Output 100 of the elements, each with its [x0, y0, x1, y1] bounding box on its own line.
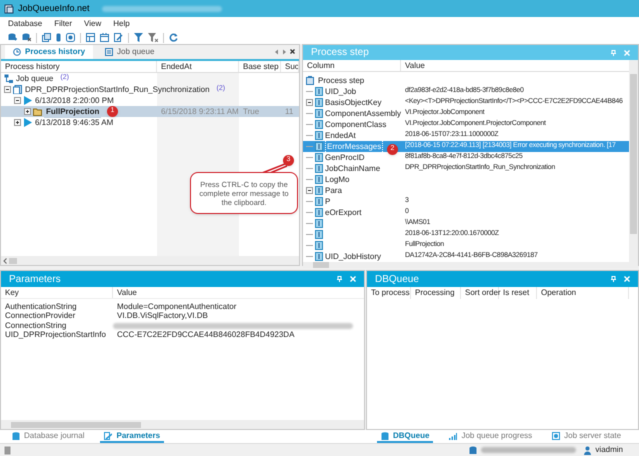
scroll-left-icon[interactable]: [3, 258, 7, 264]
database-remove-icon[interactable]: [22, 33, 31, 42]
scroll-left-icon[interactable]: [274, 49, 279, 55]
window-title: JobQueueInfo.net: [18, 2, 90, 15]
field-icon: [315, 87, 323, 96]
scroll-right-icon[interactable]: [282, 49, 287, 55]
table-row[interactable]: Para: [303, 185, 629, 196]
column-header[interactable]: Process history: [1, 61, 157, 72]
menu-item[interactable]: View: [84, 18, 102, 30]
refresh-icon[interactable]: [169, 33, 178, 42]
vertical-scrollbar[interactable]: [629, 60, 638, 262]
clear-filter-icon[interactable]: [148, 33, 158, 42]
expand-toggle-icon[interactable]: [24, 108, 31, 115]
gear-icon: [552, 432, 560, 440]
column-header[interactable]: Is reset: [499, 287, 537, 299]
tree-item[interactable]: Para: [325, 184, 342, 196]
bar-chart-icon: [449, 432, 458, 440]
database-icon: [12, 432, 20, 440]
column-header[interactable]: Processing: [411, 287, 461, 299]
column-header[interactable]: Key: [1, 287, 113, 298]
menu-item[interactable]: Database: [8, 18, 42, 30]
menu-item[interactable]: Help: [113, 18, 130, 30]
table-cell-text: UID_DPRProjectionStartInfo: [4, 330, 107, 342]
horizontal-scrollbar[interactable]: [1, 256, 299, 265]
field-icon: [315, 197, 323, 206]
collapse-toggle-icon[interactable]: [14, 97, 21, 104]
tree-item[interactable]: 6/13/2018 9:46:35 AM: [34, 116, 114, 128]
tree-item[interactable]: LogMo: [325, 174, 350, 186]
table-cell-text: Module=ComponentAuthenticator: [116, 300, 236, 312]
tree-item[interactable]: DPR_DPRProjectionStartInfo_Run_Synchronization: [24, 84, 211, 96]
user-icon: [584, 446, 592, 454]
tab[interactable]: Job queue: [97, 45, 162, 59]
field-icon: [315, 142, 323, 151]
clock-icon: [13, 48, 21, 56]
tab[interactable]: Database journal: [8, 430, 88, 443]
table-cell-text: ConnectionProvider: [4, 311, 76, 322]
table-cell-text: VI.DB.ViSqlFactory,VI.DB: [116, 311, 208, 322]
horizontal-scrollbar[interactable]: [1, 420, 364, 429]
panel-title: Parameters: [9, 272, 62, 286]
filter-icon[interactable]: [134, 33, 143, 42]
field-icon: [315, 131, 323, 140]
tree-item[interactable]: GenProcID: [325, 152, 365, 164]
column-header[interactable]: Column: [303, 60, 401, 71]
tree-item[interactable]: Job queue: [15, 72, 54, 84]
column-header[interactable]: Value: [401, 60, 629, 71]
column-header[interactable]: Operation: [537, 287, 629, 299]
tree-item[interactable]: P: [325, 196, 330, 208]
tab[interactable]: Job queue progress: [445, 430, 536, 443]
field-icon: [315, 153, 323, 162]
field-icon: [315, 120, 323, 129]
calendar-icon[interactable]: [100, 33, 109, 42]
column-header[interactable]: Value: [113, 287, 364, 298]
collapse-toggle-icon[interactable]: [306, 187, 313, 194]
copy-icon[interactable]: [42, 33, 51, 42]
scroll-thumb[interactable]: [9, 258, 17, 264]
tree-item[interactable]: EndedAt: [325, 130, 356, 142]
menu-item[interactable]: Filter: [54, 18, 72, 30]
gear-icon[interactable]: [66, 33, 75, 42]
database-icon: [381, 432, 389, 440]
tree-item[interactable]: 6/13/2018 2:20:00 PM: [34, 94, 115, 106]
field-icon: [315, 208, 323, 217]
tree-item[interactable]: Process step: [318, 74, 364, 86]
cylinder-icon[interactable]: [56, 33, 61, 42]
tree-item[interactable]: ComponentClass: [325, 118, 386, 130]
database-icon: [469, 446, 478, 454]
collapse-toggle-icon[interactable]: [4, 86, 11, 93]
tab[interactable]: Process history: [5, 45, 94, 59]
field-icon: [315, 186, 323, 195]
field-icon: [315, 164, 323, 173]
column-header[interactable]: EndedAt: [157, 61, 239, 72]
field-icon: [315, 230, 323, 239]
user-name: viadmin: [595, 444, 623, 456]
tree-item[interactable]: JobChainName: [325, 162, 380, 174]
close-icon[interactable]: [290, 49, 295, 55]
pin-icon[interactable]: [337, 276, 342, 282]
database-add-icon[interactable]: [8, 33, 17, 42]
column-header[interactable]: Base step: [239, 61, 281, 72]
column-header[interactable]: To process: [367, 287, 411, 299]
table-cell-text: ConnectionString: [4, 320, 68, 331]
edit-icon[interactable]: [114, 33, 123, 42]
field-icon: [315, 241, 323, 250]
tree-item[interactable]: UID_Job: [325, 86, 356, 98]
horizontal-scrollbar[interactable]: [303, 262, 638, 268]
tab[interactable]: Job server state: [548, 430, 626, 443]
tree-item[interactable]: BasisObjectKey: [325, 96, 382, 108]
tree-item[interactable]: FullProjection: [44, 106, 102, 118]
table-cell-text: 6/15/2018 9:23:11 AM: [160, 106, 239, 118]
pin-icon[interactable]: [611, 276, 616, 282]
tree-item[interactable]: UID_JobHistory: [325, 250, 382, 262]
tree-item[interactable]: ComponentAssembly: [325, 108, 402, 120]
network-icon: [4, 74, 13, 83]
table-cell-text: AuthenticationString: [4, 300, 78, 312]
column-header[interactable]: Sort order: [461, 287, 499, 299]
tree-item[interactable]: eOrExport: [325, 206, 362, 218]
document-icon: [13, 85, 22, 94]
expand-toggle-icon[interactable]: [14, 119, 21, 126]
collapse-toggle-icon[interactable]: [306, 99, 313, 106]
table-icon[interactable]: [86, 33, 95, 42]
table-row[interactable]: LogMo: [303, 174, 629, 185]
edit-icon: [104, 432, 112, 440]
